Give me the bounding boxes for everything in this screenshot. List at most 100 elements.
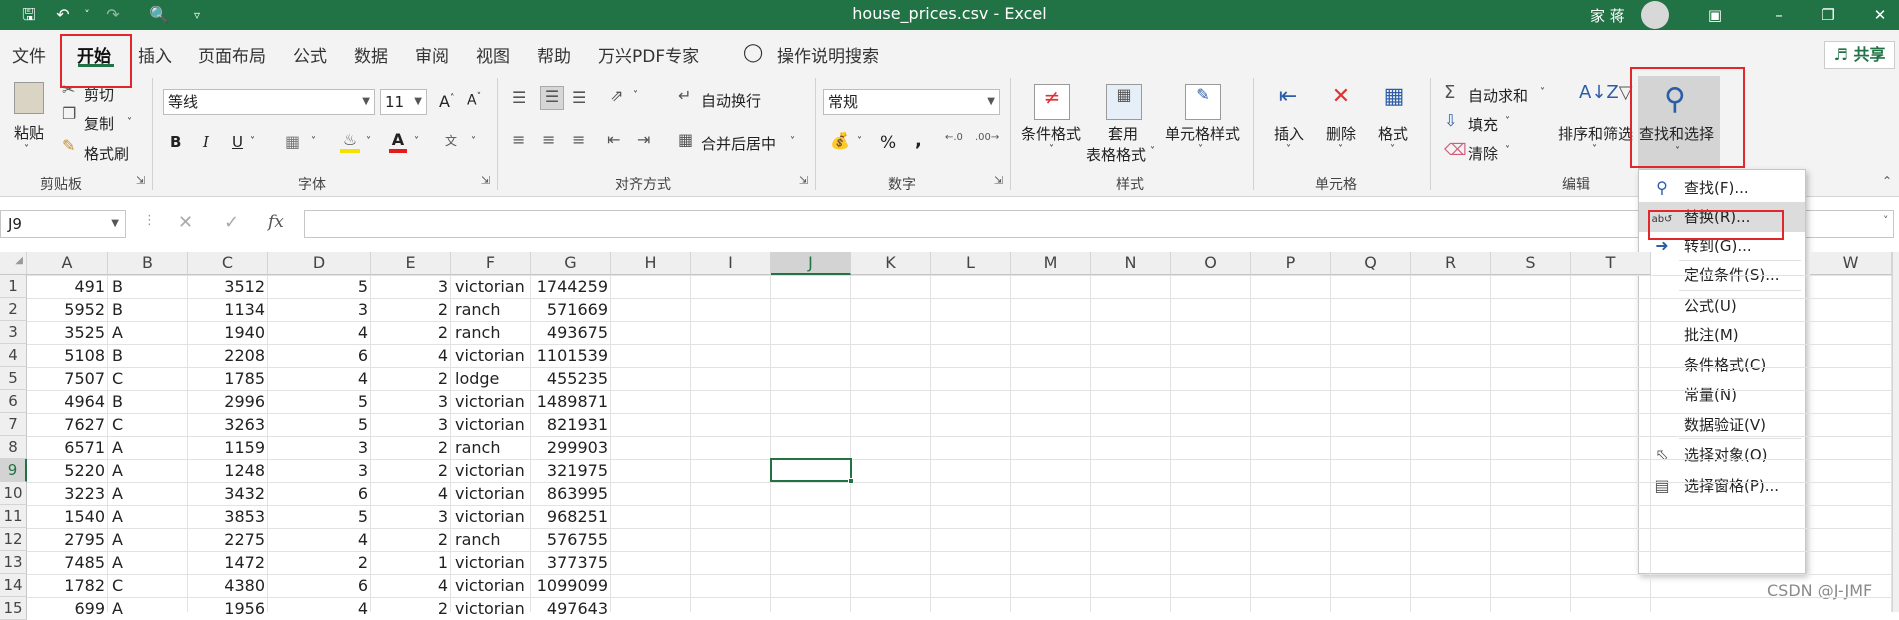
table-cell[interactable]: 6 [268, 344, 371, 367]
table-cell[interactable]: 1159 [188, 436, 268, 459]
table-cell[interactable]: C [108, 574, 188, 597]
chevron-down-icon[interactable]: ˅ [1592, 144, 1597, 155]
tab-insert[interactable]: 插入 [138, 42, 172, 67]
number-format-select[interactable]: 常规 ▼ [823, 89, 1000, 115]
row-header[interactable]: 13 [0, 551, 27, 574]
menu-item-8[interactable]: 常量(N) [1639, 380, 1805, 410]
table-cell[interactable]: B [108, 344, 188, 367]
fill-button[interactable]: 填充 [1468, 114, 1498, 135]
table-cell[interactable]: 6 [268, 574, 371, 597]
row-header[interactable]: 3 [0, 321, 27, 344]
conditional-format-button[interactable]: 条件格式 [1021, 123, 1081, 144]
table-cell[interactable]: 7627 [27, 413, 108, 436]
table-cell[interactable]: ranch [451, 528, 531, 551]
comma-button[interactable]: , [915, 130, 922, 151]
column-header[interactable]: D [268, 252, 371, 275]
align-center-icon[interactable]: ≡ [542, 130, 555, 149]
tab-pdf[interactable]: 万兴PDF专家 [598, 42, 699, 67]
align-left-icon[interactable]: ≡ [512, 130, 525, 149]
chevron-down-icon[interactable]: ˅ [414, 136, 419, 147]
table-cell[interactable]: victorian [451, 390, 531, 413]
column-header[interactable]: O [1171, 252, 1251, 275]
format-painter-button[interactable]: 格式刷 [84, 143, 129, 164]
table-cell[interactable]: 3 [371, 390, 451, 413]
table-cell[interactable]: 377375 [531, 551, 611, 574]
column-header[interactable]: F [451, 252, 531, 275]
row-header[interactable]: 7 [0, 413, 27, 436]
table-cell[interactable]: 699 [27, 597, 108, 620]
row-header[interactable]: 5 [0, 367, 27, 390]
menu-item-7[interactable]: 条件格式(C) [1639, 350, 1805, 380]
fill-handle[interactable] [848, 478, 854, 484]
column-header[interactable]: G [531, 252, 611, 275]
column-header[interactable]: J [771, 252, 851, 275]
column-header[interactable]: S [1491, 252, 1571, 275]
cancel-icon[interactable]: ✕ [178, 212, 193, 233]
copy-button[interactable]: 复制 [84, 113, 114, 134]
table-cell[interactable]: 1101539 [531, 344, 611, 367]
insert-cells-icon[interactable]: ⇤ [1271, 84, 1305, 118]
row-header[interactable]: 6 [0, 390, 27, 413]
table-cell[interactable]: A [108, 528, 188, 551]
table-cell[interactable]: 4 [268, 528, 371, 551]
table-cell[interactable]: 4 [371, 482, 451, 505]
table-format-button[interactable]: 表格格式 [1086, 144, 1146, 165]
table-cell[interactable]: 2 [371, 459, 451, 482]
sort-filter-icon[interactable]: A↓Z▽ [1579, 82, 1633, 103]
align-right-icon[interactable]: ≡ [572, 130, 585, 149]
tab-review[interactable]: 审阅 [415, 42, 449, 67]
table-cell[interactable]: 2 [371, 528, 451, 551]
column-header[interactable]: E [371, 252, 451, 275]
table-cell[interactable]: 5 [268, 505, 371, 528]
table-cell[interactable]: 4964 [27, 390, 108, 413]
font-color-icon[interactable]: A [389, 130, 407, 153]
table-cell[interactable]: 5 [268, 390, 371, 413]
conditional-format-icon[interactable]: ≠ [1034, 84, 1070, 120]
table-cell[interactable]: 2795 [27, 528, 108, 551]
table-cell[interactable]: 3 [268, 298, 371, 321]
dialog-launcher-icon[interactable]: ⇲ [994, 174, 1003, 187]
table-cell[interactable]: 1940 [188, 321, 268, 344]
table-cell[interactable]: 4 [268, 597, 371, 620]
table-cell[interactable]: victorian [451, 459, 531, 482]
table-cell[interactable]: A [108, 321, 188, 344]
table-cell[interactable]: 4 [371, 574, 451, 597]
font-name-select[interactable]: 等线 ▼ [163, 89, 375, 115]
align-top-icon[interactable]: ☰ [512, 88, 526, 107]
table-cell[interactable]: 491 [27, 275, 108, 298]
column-header[interactable]: R [1411, 252, 1491, 275]
avatar[interactable] [1641, 1, 1669, 29]
dialog-launcher-icon[interactable]: ⇲ [481, 174, 490, 187]
chevron-down-icon[interactable]: ˅ [1540, 87, 1545, 98]
chevron-down-icon[interactable]: ˅ [1286, 144, 1291, 155]
vertical-scrollbar[interactable] [1892, 252, 1899, 612]
table-cell[interactable]: 455235 [531, 367, 611, 390]
border-icon[interactable]: ▦ [285, 132, 300, 151]
row-header[interactable]: 2 [0, 298, 27, 321]
table-cell[interactable]: B [108, 298, 188, 321]
table-cell[interactable]: 7485 [27, 551, 108, 574]
table-cell[interactable]: victorian [451, 482, 531, 505]
table-cell[interactable]: B [108, 390, 188, 413]
table-format-icon[interactable]: ▦ [1106, 84, 1142, 120]
row-header[interactable]: 4 [0, 344, 27, 367]
sort-filter-button[interactable]: 排序和筛选 [1558, 123, 1636, 144]
paste-button[interactable]: 粘贴 [14, 122, 44, 143]
column-header[interactable]: Q [1331, 252, 1411, 275]
tab-formulas[interactable]: 公式 [293, 42, 327, 67]
column-header[interactable]: B [108, 252, 188, 275]
close-icon[interactable]: ✕ [1868, 4, 1892, 26]
table-cell[interactable]: 5 [268, 413, 371, 436]
column-header[interactable]: H [611, 252, 691, 275]
select-all-corner[interactable]: ◢ [0, 252, 27, 275]
table-cell[interactable]: A [108, 597, 188, 620]
underline-button[interactable]: U [232, 133, 243, 151]
minimize-icon[interactable]: – [1767, 4, 1791, 26]
restore-icon[interactable]: ❐ [1816, 4, 1840, 26]
delete-cells-button[interactable]: 删除 [1326, 123, 1356, 144]
table-cell[interactable]: 6571 [27, 436, 108, 459]
chevron-down-icon[interactable]: ˅ [1150, 146, 1155, 157]
table-cell[interactable]: victorian [451, 597, 531, 620]
table-cell[interactable]: 3 [371, 275, 451, 298]
format-cells-icon[interactable]: ▦ [1377, 84, 1411, 118]
